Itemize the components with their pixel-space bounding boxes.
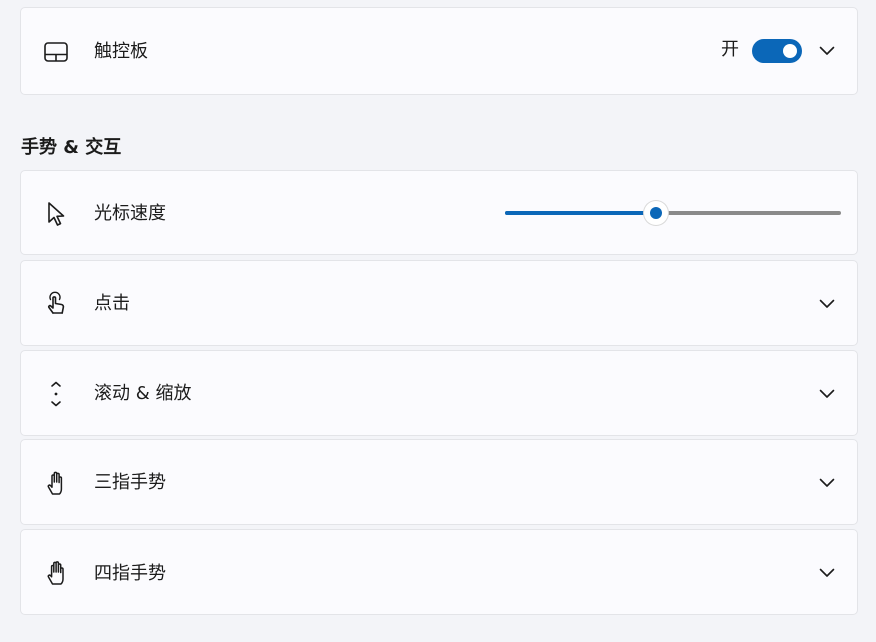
chevron-down-icon[interactable] xyxy=(817,294,837,314)
scroll-zoom-card[interactable]: 滚动 & 缩放 xyxy=(20,350,858,436)
cursor-arrow-icon xyxy=(43,201,69,227)
tap-card[interactable]: 点击 xyxy=(20,260,858,346)
touchpad-icon xyxy=(43,39,69,65)
cursor-speed-label: 光标速度 xyxy=(94,203,166,224)
three-finger-hand-icon xyxy=(43,470,69,496)
touchpad-toggle[interactable] xyxy=(752,39,802,63)
slider-thumb[interactable] xyxy=(644,201,668,225)
four-finger-gestures-card[interactable]: 四指手势 xyxy=(20,529,858,615)
three-finger-gestures-card[interactable]: 三指手势 xyxy=(20,439,858,525)
chevron-down-icon[interactable] xyxy=(817,473,837,493)
chevron-down-icon[interactable] xyxy=(817,384,837,404)
slider-thumb-dot xyxy=(650,207,662,219)
touchpad-card[interactable]: 触控板 开 xyxy=(20,7,858,95)
touch-tap-icon xyxy=(43,291,69,317)
scroll-arrows-icon xyxy=(43,381,69,407)
gestures-section-title: 手势 & 交互 xyxy=(21,137,122,158)
touchpad-state-text: 开 xyxy=(721,39,739,60)
four-finger-hand-icon xyxy=(43,560,69,586)
touchpad-label: 触控板 xyxy=(94,41,148,62)
cursor-speed-slider[interactable] xyxy=(505,201,841,225)
chevron-down-icon[interactable] xyxy=(817,563,837,583)
chevron-down-icon[interactable] xyxy=(817,41,837,61)
tap-label: 点击 xyxy=(94,293,130,314)
cursor-speed-card: 光标速度 xyxy=(20,170,858,255)
three-finger-gestures-label: 三指手势 xyxy=(94,472,166,493)
four-finger-gestures-label: 四指手势 xyxy=(94,563,166,584)
toggle-knob xyxy=(783,44,797,58)
scroll-zoom-label: 滚动 & 缩放 xyxy=(94,383,192,404)
slider-fill xyxy=(505,211,656,215)
